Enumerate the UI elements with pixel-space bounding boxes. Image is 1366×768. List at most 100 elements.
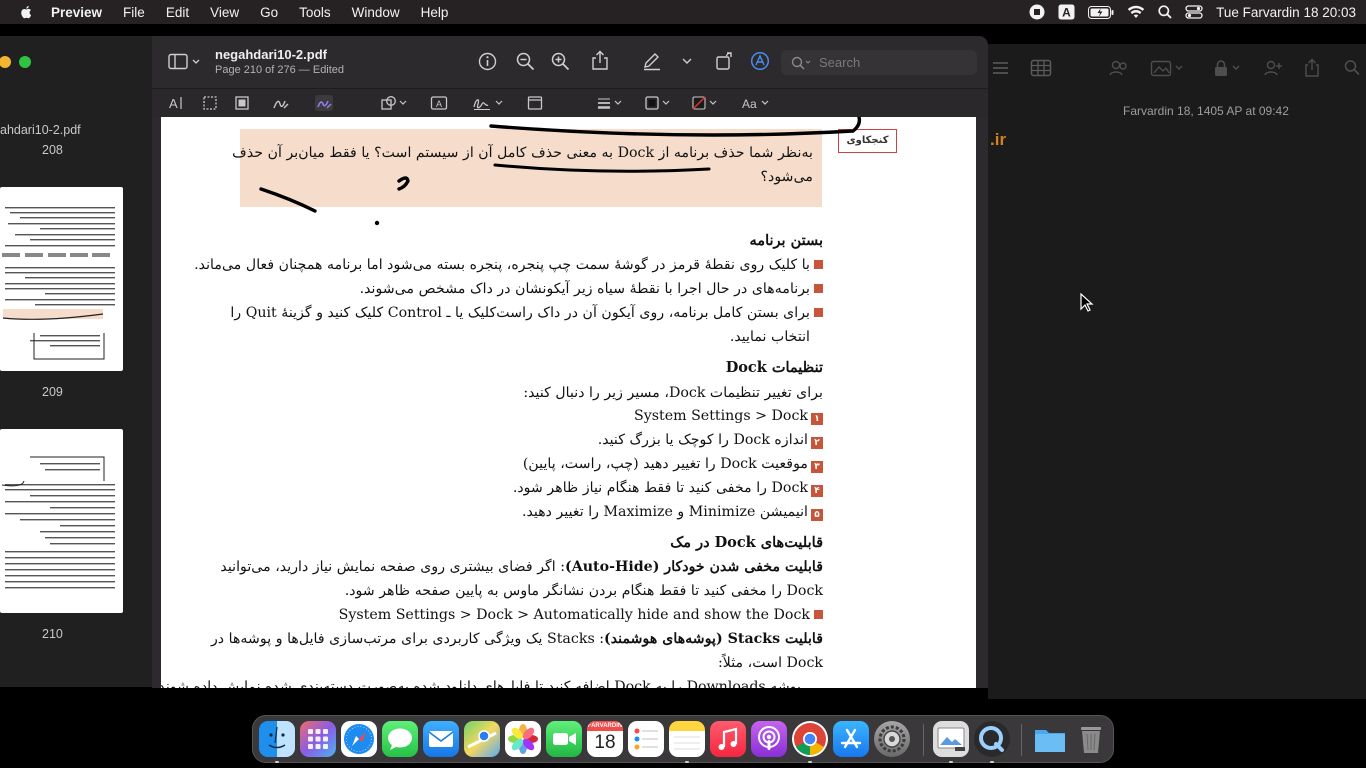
dock-separator	[923, 724, 924, 756]
messages-dock-icon[interactable]	[382, 721, 418, 757]
safari-dock-icon[interactable]	[341, 721, 377, 757]
sketch-icon[interactable]	[272, 95, 290, 111]
thumb-label-210: 210	[42, 627, 63, 641]
notes-dock-icon[interactable]	[669, 721, 705, 757]
text-selection-icon[interactable]: A	[168, 95, 184, 111]
note-date: Farvardin 18, 1405 AP at 09:42	[1123, 104, 1289, 118]
calendar-month: FARVARDIN	[587, 721, 623, 731]
ink-stroke	[493, 163, 711, 173]
running-indicator	[949, 761, 953, 763]
menubar-clock[interactable]: Tue Farvardin 18 20:03	[1216, 5, 1356, 20]
border-color-icon[interactable]	[644, 95, 672, 111]
calendar-dock-icon[interactable]: FARVARDIN 18	[587, 721, 623, 757]
menu-bar: Preview File Edit View Go Tools Window H…	[0, 0, 1366, 24]
media-icon[interactable]	[1150, 58, 1184, 78]
redact-icon[interactable]	[234, 95, 250, 111]
wifi-icon[interactable]	[1127, 5, 1145, 19]
svg-text:Aa: Aa	[742, 97, 757, 111]
info-icon[interactable]	[478, 52, 497, 71]
photos-dock-icon[interactable]	[505, 721, 541, 757]
list-icon[interactable]	[990, 58, 1010, 78]
text-style-icon[interactable]: Aa	[741, 95, 771, 111]
text-box-icon[interactable]: A	[430, 95, 448, 111]
shapes-icon[interactable]	[380, 95, 410, 111]
ink-stroke	[489, 117, 862, 137]
ink-stroke	[259, 187, 317, 213]
pdf-page[interactable]: کنجکاوی به‌نظر شما حذف برنامه از Dock به…	[161, 117, 976, 688]
ink-annotations	[259, 117, 862, 226]
chrome-dock-icon[interactable]	[792, 721, 828, 757]
system-settings-dock-icon[interactable]	[874, 721, 910, 757]
input-source-icon[interactable]: A	[1058, 4, 1075, 20]
fill-color-icon[interactable]	[691, 95, 719, 111]
thumb-label-209: 209	[42, 385, 63, 399]
note-icon[interactable]	[527, 95, 543, 111]
quicktime-dock-icon[interactable]	[974, 721, 1010, 757]
preview-dock-icon[interactable]	[933, 721, 969, 757]
menu-file[interactable]: File	[123, 5, 145, 20]
chevron-down-icon[interactable]	[682, 57, 692, 65]
svg-text:A: A	[1062, 6, 1071, 20]
music-dock-icon[interactable]	[710, 721, 746, 757]
spotlight-search-icon[interactable]	[1158, 5, 1172, 19]
dock-separator	[1021, 724, 1022, 756]
page-thumbnail-209[interactable]	[0, 187, 123, 371]
search-input[interactable]	[817, 54, 971, 71]
battery-icon[interactable]	[1088, 5, 1114, 19]
background-window: Farvardin 18, 1405 AP at 09:42 .ir	[988, 44, 1366, 699]
table-icon[interactable]	[1030, 58, 1052, 78]
markup-toolbar: A A Aa	[152, 88, 988, 118]
facetime-dock-icon[interactable]	[546, 721, 582, 757]
apple-menu-icon[interactable]	[18, 4, 34, 20]
document-page-status: Page 210 of 276 — Edited	[215, 64, 345, 76]
signature-icon[interactable]	[472, 95, 506, 111]
window-toolbar: negahdari10-2.pdf Page 210 of 276 — Edit…	[152, 36, 988, 88]
calendar-day: 18	[594, 732, 616, 753]
reminders-dock-icon[interactable]	[628, 721, 664, 757]
rotate-icon[interactable]	[715, 51, 735, 71]
control-center-icon[interactable]	[1185, 5, 1203, 19]
mail-dock-icon[interactable]	[423, 721, 459, 757]
running-indicator	[275, 761, 279, 763]
trash-dock-icon[interactable]	[1073, 721, 1109, 757]
menu-app-name[interactable]: Preview	[51, 5, 102, 20]
ink-dot	[374, 220, 380, 226]
sidebar-filename: ahdari10-2.pdf	[0, 123, 81, 137]
search-field[interactable]	[781, 50, 977, 75]
add-people-icon[interactable]	[1262, 58, 1284, 78]
zoom-in-icon[interactable]	[551, 52, 570, 71]
mouse-cursor-icon	[1080, 293, 1094, 312]
lock-icon[interactable]	[1212, 58, 1242, 78]
launchpad-dock-icon[interactable]	[300, 721, 336, 757]
podcasts-dock-icon[interactable]	[751, 721, 787, 757]
share-icon[interactable]	[591, 50, 609, 71]
finder-dock-icon[interactable]	[259, 721, 295, 757]
app-store-dock-icon[interactable]	[833, 721, 869, 757]
menu-tools[interactable]: Tools	[299, 5, 331, 20]
search-icon[interactable]	[1343, 58, 1361, 78]
markup-toolbar-icon[interactable]	[750, 51, 770, 71]
record-status-icon[interactable]	[1029, 4, 1045, 20]
share-icon[interactable]	[1303, 58, 1321, 78]
maps-dock-icon[interactable]	[464, 721, 500, 757]
link-fragment[interactable]: .ir	[990, 130, 1006, 150]
menu-help[interactable]: Help	[421, 5, 449, 20]
sidebar-toggle-icon[interactable]	[168, 53, 200, 71]
collaborate-icon[interactable]	[1108, 58, 1130, 78]
rectangular-selection-icon[interactable]	[202, 95, 218, 111]
menu-edit[interactable]: Edit	[166, 5, 189, 20]
page-thumbnail-210[interactable]	[0, 429, 123, 613]
menu-window[interactable]: Window	[352, 5, 400, 20]
line-style-icon[interactable]	[596, 95, 624, 111]
svg-text:A: A	[436, 99, 442, 109]
markup-pen-icon[interactable]	[642, 52, 662, 71]
zoom-out-icon[interactable]	[516, 52, 535, 71]
downloads-folder-dock-icon[interactable]	[1032, 721, 1068, 757]
thumb-label-208: 208	[42, 143, 63, 157]
zoom-window-button[interactable]	[19, 56, 31, 68]
menu-view[interactable]: View	[210, 5, 239, 20]
document-filename[interactable]: negahdari10-2.pdf	[215, 47, 327, 62]
draw-icon[interactable]	[315, 95, 333, 111]
menu-go[interactable]: Go	[260, 5, 278, 20]
dock: FARVARDIN 18	[252, 715, 1114, 763]
